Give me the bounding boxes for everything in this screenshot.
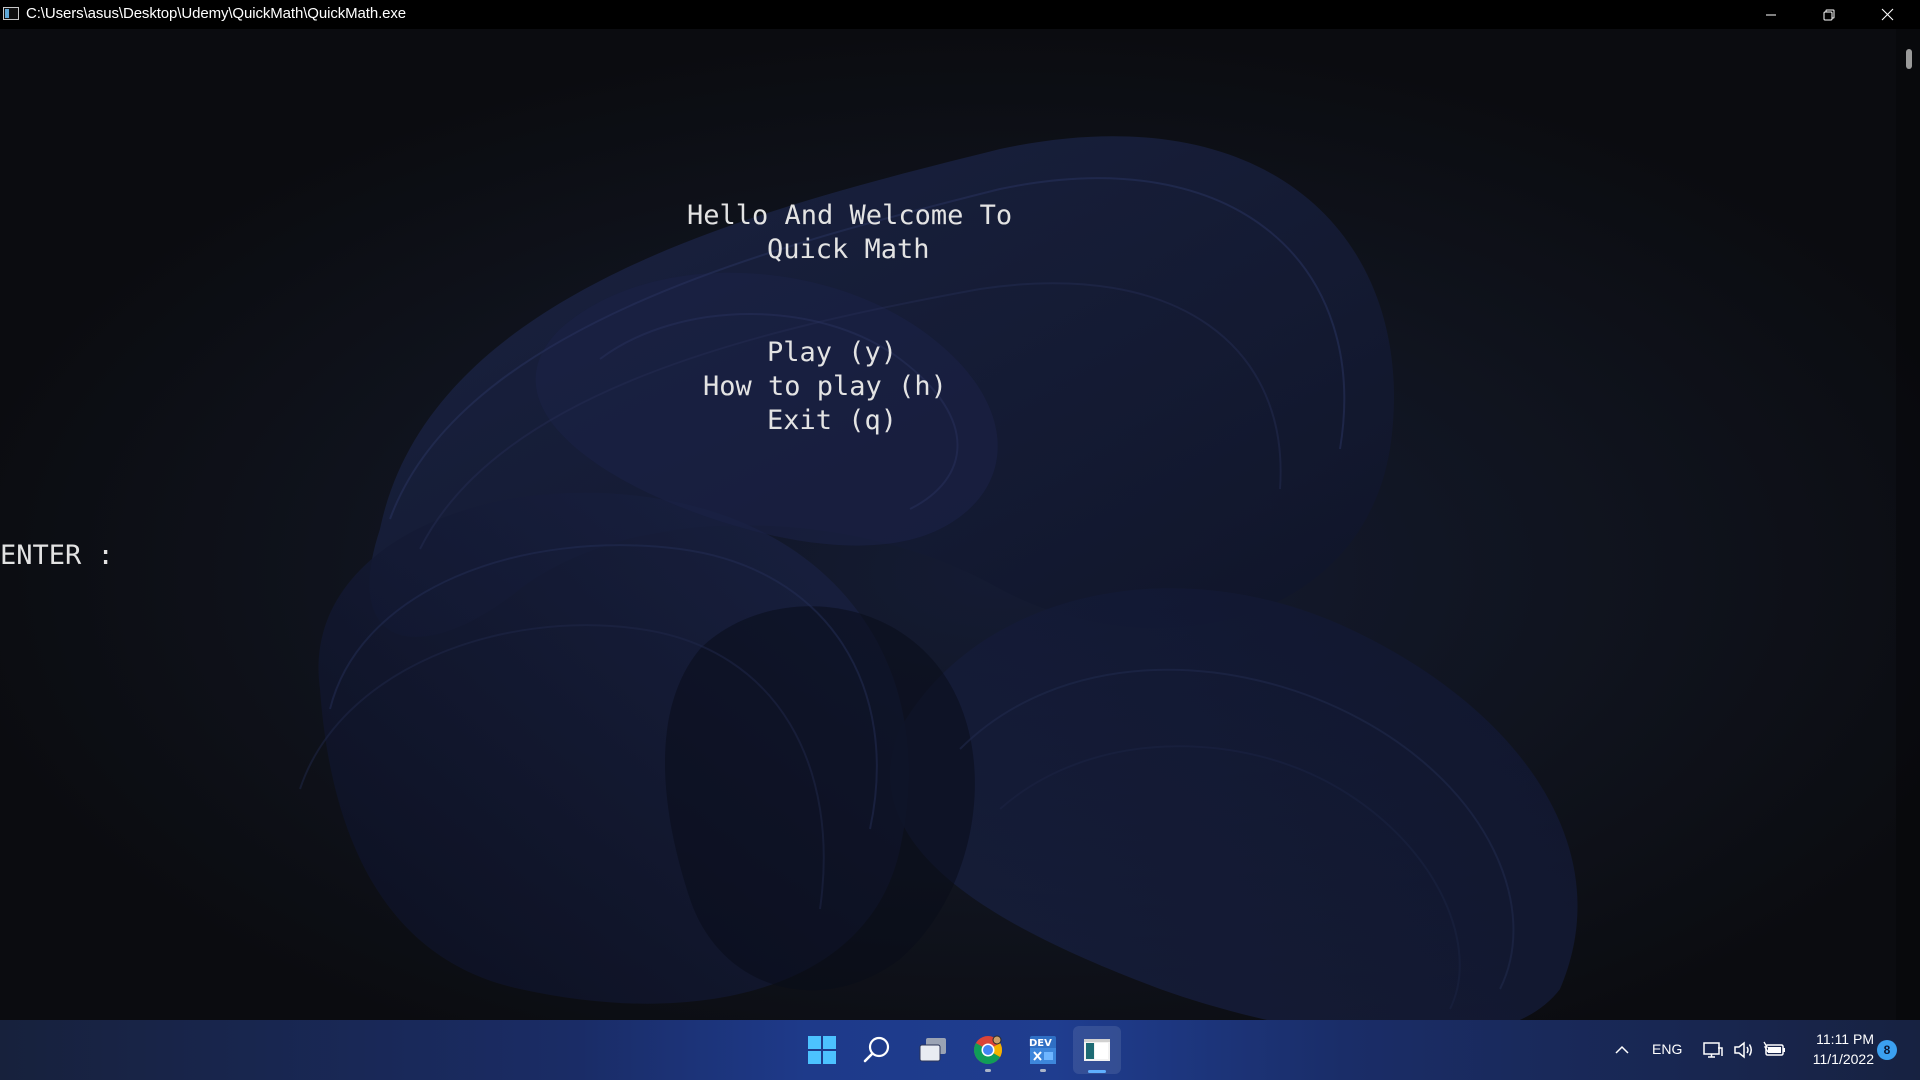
chevron-up-icon [1615, 1045, 1629, 1054]
dev-cpp-label: DEV [1029, 1038, 1052, 1049]
window-title: C:\Users\asus\Desktop\Udemy\QuickMath\Qu… [26, 5, 407, 22]
minimize-button[interactable] [1742, 0, 1800, 29]
taskbar-search[interactable] [853, 1026, 901, 1074]
windows-taskbar: DEV ENG 11:11 PM 11/1/2022 8 [0, 1020, 1920, 1080]
input-prompt[interactable]: ENTER : [0, 539, 114, 573]
clock-date: 11/1/2022 [1812, 1051, 1874, 1067]
task-view-icon [919, 1038, 946, 1062]
welcome-line: Hello And Welcome To [687, 200, 1013, 231]
taskbar-task-view[interactable] [909, 1026, 957, 1074]
battery-button[interactable] [1762, 1039, 1786, 1061]
console-app-active-indicator [1088, 1070, 1106, 1073]
notification-badge[interactable]: 8 [1877, 1040, 1897, 1060]
chrome-icon [974, 1035, 1002, 1064]
dev-cpp-running-indicator [1040, 1069, 1046, 1072]
search-icon [863, 1036, 890, 1063]
close-button[interactable] [1858, 0, 1916, 29]
language-indicator[interactable]: ENG [1652, 1041, 1682, 1057]
clock-time: 11:11 PM [1816, 1031, 1874, 1047]
bloom-wallpaper [0, 29, 1920, 1020]
console-output-area[interactable]: Hello And Welcome To Quick Math Play (y)… [0, 29, 1920, 1020]
notification-count: 8 [1883, 1043, 1891, 1057]
chrome-running-indicator [985, 1069, 991, 1072]
console-scrollbar[interactable] [1896, 29, 1920, 1020]
desktop-screen: C:\Users\asus\Desktop\Udemy\QuickMath\Qu… [0, 0, 1920, 1080]
close-icon [1881, 8, 1893, 21]
taskbar-dev-cpp[interactable]: DEV [1019, 1026, 1067, 1074]
window-titlebar[interactable]: C:\Users\asus\Desktop\Udemy\QuickMath\Qu… [0, 0, 1920, 29]
scrollbar-thumb[interactable] [1906, 49, 1912, 69]
taskbar-chrome[interactable] [964, 1026, 1012, 1074]
network-button[interactable] [1702, 1039, 1724, 1061]
clock[interactable]: 11:11 PM 11/1/2022 [1800, 1027, 1874, 1073]
menu-option-how-to-play: How to play (h) [703, 371, 947, 402]
menu-option-exit: Exit (q) [767, 405, 898, 436]
menu-option-play: Play (y) [767, 337, 898, 368]
show-hidden-icons-button[interactable] [1612, 1040, 1632, 1060]
network-icon [1703, 1042, 1723, 1058]
battery-charging-icon [1763, 1041, 1785, 1056]
minimize-icon [1766, 14, 1776, 15]
taskbar-start[interactable] [798, 1026, 846, 1074]
speaker-icon [1734, 1041, 1752, 1059]
taskbar-console-app[interactable] [1073, 1026, 1121, 1074]
restore-button[interactable] [1800, 0, 1858, 29]
console-app-icon [1084, 1039, 1110, 1061]
volume-button[interactable] [1732, 1039, 1754, 1061]
restore-icon [1823, 9, 1835, 20]
app-title-line: Quick Math [767, 234, 930, 265]
windows-logo-icon [808, 1036, 836, 1064]
console-window-icon[interactable] [3, 7, 19, 20]
